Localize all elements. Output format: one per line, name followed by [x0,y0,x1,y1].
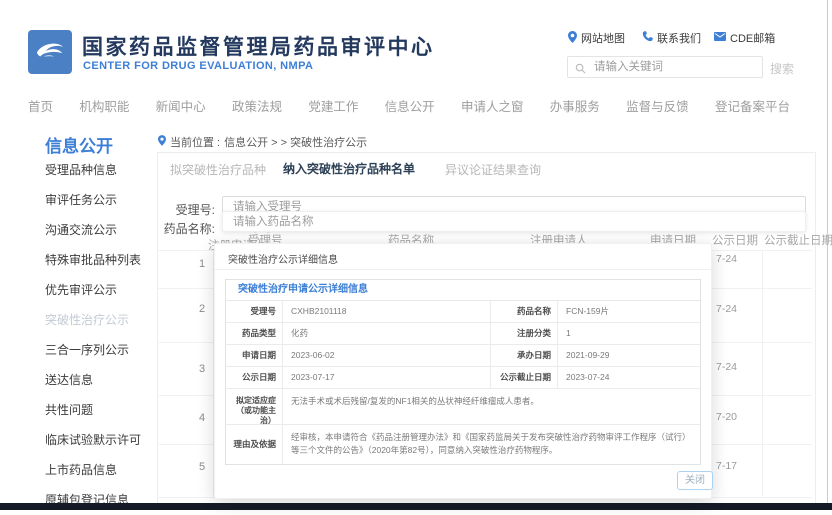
indication-field-value: 无法手术或术后残留/复发的NF1相关的丛状神经纤维瘤成人患者。 [282,389,700,424]
receipt-no-label: 受理号: [140,201,215,218]
publicity-deadline-field-label: 公示截止日期 [490,367,557,388]
receipt-no-field-value: CXHB2101118 [282,301,490,322]
page-right-edge [827,0,828,503]
mailbox-link[interactable]: CDE邮箱 [714,30,775,46]
table-row-number: 5 [192,461,212,473]
nav-item-info-disclosure[interactable]: 信息公开 [385,96,435,115]
mailbox-label: CDE邮箱 [730,30,775,46]
location-pin-icon [158,135,166,149]
tab-proposed-breakthrough[interactable]: 拟突破性治疗品种 [170,161,266,178]
modal-row-receipt: 受理号 CXHB2101118 药品名称 FCN-159片 [226,301,700,323]
undertake-date-field-label: 承办日期 [490,345,557,366]
col-header-publicity-date: 公示日期 [712,232,758,248]
nav-item-policy[interactable]: 政策法规 [232,96,282,115]
drug-type-field-value: 化药 [282,323,490,344]
table-column-border [762,250,763,497]
table-row-number: 3 [192,363,212,375]
reason-field-label: 理由及依据 [226,425,282,464]
sidebar-item-excipients[interactable]: 原辅包登记信息 [45,485,175,515]
tab-included-breakthrough-list[interactable]: 纳入突破性治疗品种名单 [283,160,415,177]
table-row-date: 7-20 [716,411,737,423]
drug-name-field-value: FCN-159片 [557,301,700,322]
indication-field-label: 拟定适应症（或功能主治） [226,389,282,424]
breadcrumb: 当前位置 : 信息公开 > > 突破性治疗公示 [158,134,367,150]
table-row-date: 7-24 [716,361,737,373]
main-nav: 首页 机构职能 新闻中心 政策法规 党建工作 信息公开 申请人之窗 办事服务 监… [28,95,790,115]
sidebar-item-priority-review[interactable]: 优先审评公示 [45,275,175,305]
sitemap-label: 网站地图 [581,30,625,46]
drug-type-field-label: 药品类型 [226,323,282,344]
table-row-date: 7-17 [716,460,737,472]
reg-class-field-label: 注册分类 [490,323,557,344]
breadcrumb-path[interactable]: 信息公开 > > 突破性治疗公示 [224,134,367,150]
sidebar-item-delivery-info[interactable]: 送达信息 [45,365,175,395]
modal-title-divider [215,269,711,270]
nav-item-supervision[interactable]: 监督与反馈 [626,96,689,115]
mail-icon [714,32,726,44]
location-pin-icon [568,31,577,46]
apply-date-field-value: 2023-06-02 [282,345,490,366]
reg-class-field-value: 1 [557,323,700,344]
table-row-date: 7-24 [716,303,737,315]
modal-detail-table: 突破性治疗申请公示详细信息 受理号 CXHB2101118 药品名称 FCN-1… [225,279,701,465]
tab-objection-results[interactable]: 异议论证结果查询 [445,161,541,178]
modal-section-title: 突破性治疗申请公示详细信息 [226,280,700,301]
apply-date-field-label: 申请日期 [226,345,282,366]
sidebar-item-clinical-trial-license[interactable]: 临床试验默示许可 [45,425,175,455]
contact-label: 联系我们 [657,30,701,46]
footer-top-bar [0,503,832,510]
undertake-date-field-value: 2021-09-29 [557,345,700,366]
search-icon [575,61,586,79]
publicity-deadline-field-value: 2023-07-24 [557,367,700,388]
sidebar-item-three-in-one[interactable]: 三合一序列公示 [45,335,175,365]
nav-item-services[interactable]: 办事服务 [550,96,600,115]
drug-name-field-label: 药品名称 [490,301,557,322]
search-button[interactable]: 搜索 [770,60,794,77]
phone-icon [642,31,653,45]
table-row-date: 7-24 [716,253,737,265]
nav-item-registration-platform[interactable]: 登记备案平台 [715,96,790,115]
swallow-logo-icon [32,32,68,73]
sidebar-item-breakthrough-therapy[interactable]: 突破性治疗公示 [45,305,175,335]
sidebar-item-special-approval[interactable]: 特殊审批品种列表 [45,245,175,275]
sidebar-item-accepted-varieties[interactable]: 受理品种信息 [45,155,175,185]
breakthrough-detail-modal: 突破性治疗公示详细信息 突破性治疗申请公示详细信息 受理号 CXHB210111… [214,243,712,499]
sidebar-item-common-issues[interactable]: 共性问题 [45,395,175,425]
reason-field-value: 经审核，本申请符合《药品注册管理办法》和《国家药监局关于发布突破性治疗药物审评工… [282,425,700,464]
site-subtitle: CENTER FOR DRUG EVALUATION, NMPA [83,60,313,72]
modal-row-publicity-date: 公示日期 2023-07-17 公示截止日期 2023-07-24 [226,367,700,389]
nav-item-news[interactable]: 新闻中心 [156,96,206,115]
publicity-date-field-label: 公示日期 [226,367,282,388]
site-title: 国家药品监督管理局药品审评中心 [82,31,435,61]
table-row-number: 4 [192,412,212,424]
modal-title: 突破性治疗公示详细信息 [228,251,338,266]
modal-row-type: 药品类型 化药 注册分类 1 [226,323,700,345]
drug-name-label: 药品名称: [120,220,215,237]
col-header-publicity-deadline: 公示截止日期 [764,232,832,248]
nav-item-party[interactable]: 党建工作 [308,96,358,115]
modal-row-indication: 拟定适应症（或功能主治） 无法手术或术后残留/复发的NF1相关的丛状神经纤维瘤成… [226,389,700,425]
sidebar-item-marketed-drugs[interactable]: 上市药品信息 [45,455,175,485]
modal-close-button[interactable]: 关闭 [677,471,713,490]
table-row-number: 1 [192,258,212,270]
modal-row-apply-date: 申请日期 2023-06-02 承办日期 2021-09-29 [226,345,700,367]
nav-item-org[interactable]: 机构职能 [79,96,129,115]
cde-logo[interactable] [28,30,72,74]
keyword-search-input[interactable] [567,56,763,78]
receipt-no-field-label: 受理号 [226,301,282,322]
sitemap-link[interactable]: 网站地图 [568,30,625,46]
publicity-date-field-value: 2023-07-17 [282,367,490,388]
contact-link[interactable]: 联系我们 [642,30,701,46]
table-row-number: 2 [192,303,212,315]
sidebar-title: 信息公开 [45,132,113,157]
modal-row-reason: 理由及依据 经审核，本申请符合《药品注册管理办法》和《国家药监局关于发布突破性治… [226,425,700,464]
drug-name-input[interactable] [222,211,806,232]
breadcrumb-label: 当前位置 : [170,134,220,150]
nav-item-home[interactable]: 首页 [28,96,53,115]
nav-item-applicant[interactable]: 申请人之窗 [461,96,524,115]
